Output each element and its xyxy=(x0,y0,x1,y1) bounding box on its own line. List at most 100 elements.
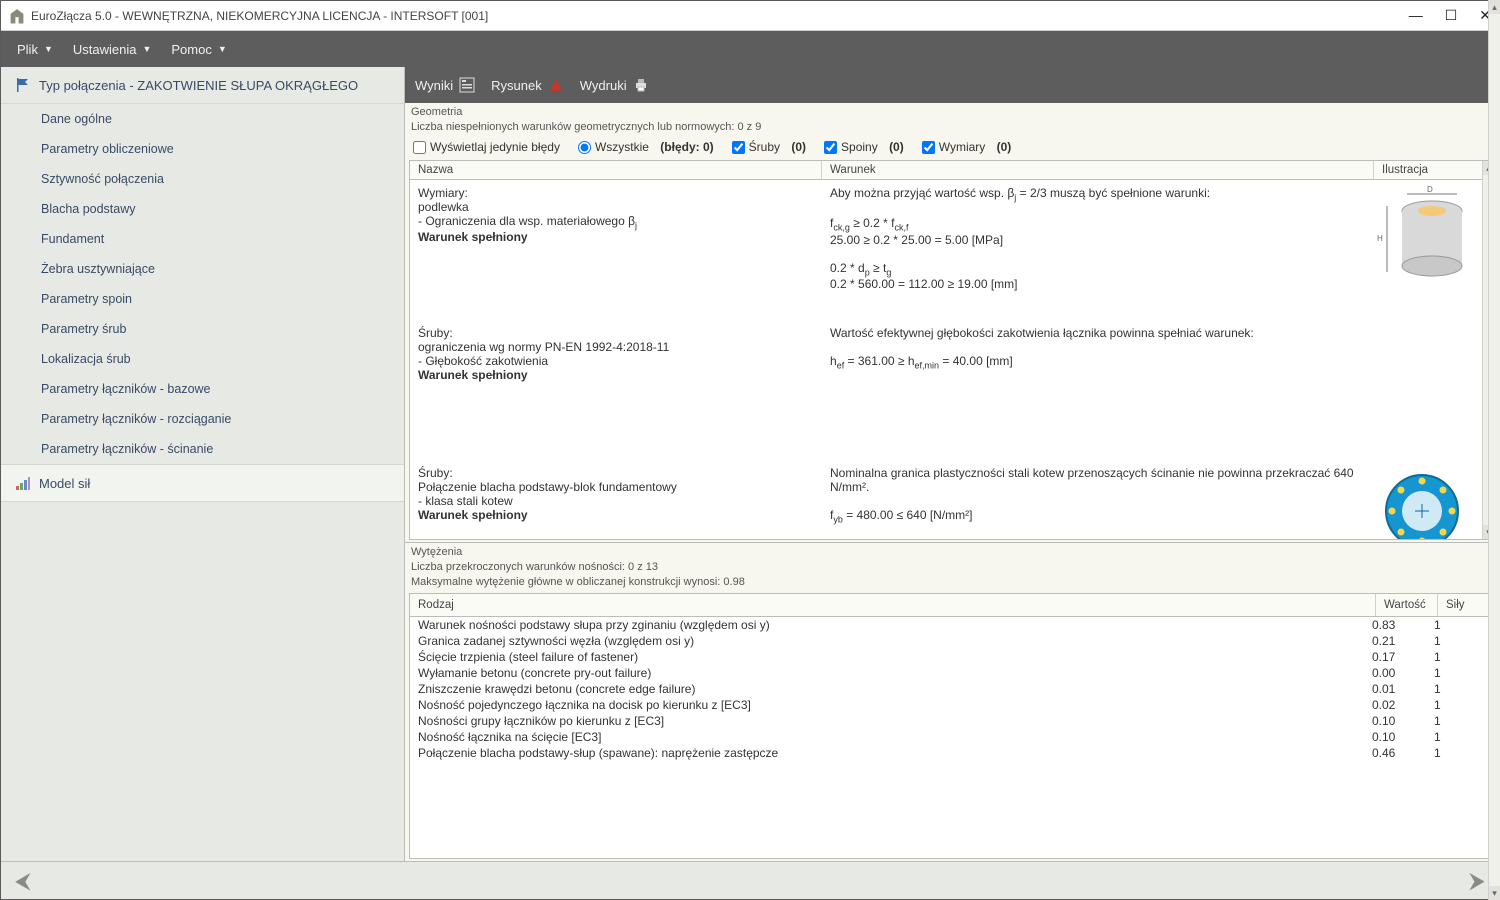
geometry-table-body[interactable]: Wymiary: podlewka - Ograniczenia dla wsp… xyxy=(410,180,1494,539)
sidebar-item-conn-tension[interactable]: Parametry łączników - rozciąganie xyxy=(1,404,404,434)
menu-help[interactable]: Pomoc ▼ xyxy=(163,38,234,61)
cell-rodzaj: Nośności grupy łączników po kierunku z [… xyxy=(410,713,1364,729)
sidebar-item-bolt-location[interactable]: Lokalizacja śrub xyxy=(1,344,404,374)
filter-bolts-label: Śruby xyxy=(749,140,780,154)
toolbar-prints[interactable]: Wydruki xyxy=(580,77,649,93)
filter-welds-count: (0) xyxy=(889,140,904,154)
cell-sily: 1 xyxy=(1426,633,1482,649)
cell-sily: 1 xyxy=(1426,617,1482,633)
table-row: Połączenie blacha podstawy-słup (spawane… xyxy=(410,745,1482,761)
flag-icon xyxy=(15,77,31,93)
sidebar-section-forces-label: Model sił xyxy=(39,476,90,491)
sidebar-item-conn-base[interactable]: Parametry łączników - bazowe xyxy=(1,374,404,404)
filter-bolts-count: (0) xyxy=(791,140,806,154)
chevron-down-icon: ▼ xyxy=(142,44,151,54)
scrollbar[interactable]: ▴ ▾ xyxy=(1488,593,1495,859)
cell-ilustracja xyxy=(1362,320,1482,460)
toolbar-results[interactable]: Wyniki xyxy=(415,77,475,93)
filter-welds-checkbox[interactable] xyxy=(824,141,837,154)
header-warunek[interactable]: Warunek xyxy=(822,161,1374,179)
drawing-icon xyxy=(548,77,564,93)
header-nazwa[interactable]: Nazwa xyxy=(410,161,822,179)
header-rodzaj[interactable]: Rodzaj xyxy=(410,594,1376,616)
wytezenia-line2: Maksymalne wytężenie główne w obliczanej… xyxy=(405,576,1499,591)
sidebar-item-foundation[interactable]: Fundament xyxy=(1,224,404,254)
sidebar-section-connection-label: Typ połączenia - ZAKOTWIENIE SŁUPA OKRĄG… xyxy=(39,78,358,93)
table-row: Ścięcie trzpienia (steel failure of fast… xyxy=(410,649,1482,665)
window-controls: — ☐ ✕ xyxy=(1409,7,1491,24)
sidebar-item-welds[interactable]: Parametry spoin xyxy=(1,284,404,314)
cell-wartosc: 0.10 xyxy=(1364,729,1426,745)
cell-rodzaj: Wyłamanie betonu (concrete pry-out failu… xyxy=(410,665,1364,681)
sidebar-item-stiffness[interactable]: Sztywność połączenia xyxy=(1,164,404,194)
chevron-down-icon: ▼ xyxy=(218,44,227,54)
minimize-button[interactable]: — xyxy=(1409,7,1423,24)
sidebar-item-conn-shear[interactable]: Parametry łączników - ścinanie xyxy=(1,434,404,464)
geometry-table: Nazwa Warunek Ilustracja Wymiary: podlew… xyxy=(409,160,1495,540)
table-row: Warunek nośności podstawy słupa przy zgi… xyxy=(410,617,1482,633)
filter-welds-label: Spoiny xyxy=(841,140,878,154)
sidebar-item-ribs[interactable]: Żebra usztywniające xyxy=(1,254,404,284)
menu-file[interactable]: Plik ▼ xyxy=(9,38,61,61)
cell-nazwa: Śruby: ograniczenia wg normy PN-EN 1992-… xyxy=(410,320,822,460)
toolbar-prints-label: Wydruki xyxy=(580,78,627,93)
header-wartosc[interactable]: Wartość xyxy=(1376,594,1438,616)
sidebar-item-general[interactable]: Dane ogólne xyxy=(1,104,404,134)
filter-all-radio[interactable] xyxy=(578,141,591,154)
table-row: Granica zadanej sztywności węzła (względ… xyxy=(410,633,1482,649)
filter-errors-only[interactable]: Wyświetlaj jedynie błędy xyxy=(413,140,560,154)
wytezenia-line1: Liczba przekroczonych warunków nośności:… xyxy=(405,561,1499,576)
menu-settings-label: Ustawienia xyxy=(73,42,137,57)
results-icon xyxy=(459,77,475,93)
geometry-summary: Liczba niespełnionych warunków geometryc… xyxy=(405,121,1499,136)
app-window: EuroZłącza 5.0 - WEWNĘTRZNA, NIEKOMERCYJ… xyxy=(0,0,1500,900)
content: Wyniki Rysunek Wydruki Geometria Liczba … xyxy=(405,67,1499,861)
menu-settings[interactable]: Ustawienia ▼ xyxy=(65,38,160,61)
cell-wartosc: 0.46 xyxy=(1364,745,1426,761)
sidebar-section-forces[interactable]: Model sił xyxy=(1,464,404,502)
sidebar-section-connection[interactable]: Typ połączenia - ZAKOTWIENIE SŁUPA OKRĄG… xyxy=(1,67,404,104)
filter-errors-only-checkbox[interactable] xyxy=(413,141,426,154)
sidebar-item-baseplate[interactable]: Blacha podstawy xyxy=(1,194,404,224)
filter-bolts-checkbox[interactable] xyxy=(732,141,745,154)
cell-warunek: Aby można przyjąć wartość wsp. βj = 2/3 … xyxy=(822,180,1362,320)
prev-button[interactable]: ⮜ xyxy=(15,868,31,894)
filter-dimensions-checkbox[interactable] xyxy=(922,141,935,154)
flange-thumb-icon xyxy=(1377,466,1467,539)
cell-nazwa: Wymiary: podlewka - Ograniczenia dla wsp… xyxy=(410,180,822,320)
table-row: Wyłamanie betonu (concrete pry-out failu… xyxy=(410,665,1482,681)
wytezenia-heading: Wytężenia xyxy=(405,543,1499,561)
chevron-down-icon: ▼ xyxy=(44,44,53,54)
filter-dimensions[interactable]: Wymiary (0) xyxy=(922,140,1012,154)
sidebar-item-calc-params[interactable]: Parametry obliczeniowe xyxy=(1,134,404,164)
geometry-heading: Geometria xyxy=(405,103,1499,121)
table-row: Nośność pojedynczego łącznika na docisk … xyxy=(410,697,1482,713)
maximize-button[interactable]: ☐ xyxy=(1445,7,1458,24)
menubar: Plik ▼ Ustawienia ▼ Pomoc ▼ xyxy=(1,31,1499,67)
header-ilustracja[interactable]: Ilustracja xyxy=(1374,161,1494,179)
table-row: Nośności grupy łączników po kierunku z [… xyxy=(410,713,1482,729)
forces-icon xyxy=(15,475,31,491)
filter-all-label: Wszystkie xyxy=(595,140,649,154)
printer-icon xyxy=(633,77,649,93)
header-sily[interactable]: Siły xyxy=(1438,594,1494,616)
cell-sily: 1 xyxy=(1426,713,1482,729)
sidebar-item-bolts[interactable]: Parametry śrub xyxy=(1,314,404,344)
sidebar: Typ połączenia - ZAKOTWIENIE SŁUPA OKRĄG… xyxy=(1,67,405,861)
cell-sily: 1 xyxy=(1426,681,1482,697)
cell-rodzaj: Połączenie blacha podstawy-słup (spawane… xyxy=(410,745,1364,761)
toolbar-drawing[interactable]: Rysunek xyxy=(491,77,564,93)
filter-dimensions-count: (0) xyxy=(997,140,1012,154)
filter-bolts[interactable]: Śruby (0) xyxy=(732,140,806,154)
filter-all[interactable]: Wszystkie (błędy: 0) xyxy=(578,140,714,154)
toolbar-drawing-label: Rysunek xyxy=(491,78,542,93)
svg-text:H: H xyxy=(1377,234,1383,243)
cell-wartosc: 0.02 xyxy=(1364,697,1426,713)
footer: ⮜ ⮞ xyxy=(1,861,1499,899)
next-button[interactable]: ⮞ xyxy=(1469,868,1485,894)
geometry-filters: Wyświetlaj jedynie błędy Wszystkie (błęd… xyxy=(405,136,1499,158)
filter-all-count: (błędy: 0) xyxy=(660,140,713,154)
filter-welds[interactable]: Spoiny (0) xyxy=(824,140,904,154)
cell-sily: 1 xyxy=(1426,697,1482,713)
wytezenia-table-body[interactable]: Warunek nośności podstawy słupa przy zgi… xyxy=(410,617,1494,858)
